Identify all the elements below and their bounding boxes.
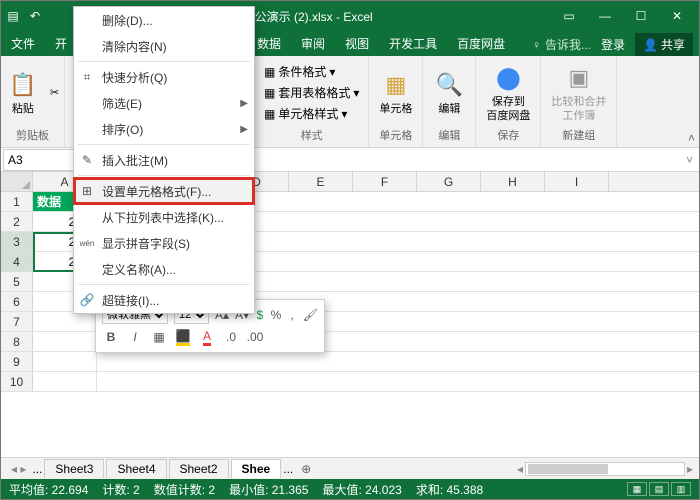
link-icon: 🔗	[78, 293, 96, 307]
ctx-sort[interactable]: 排序(O)▶	[74, 116, 254, 142]
comment-icon: ✎	[78, 153, 96, 167]
compare-button[interactable]: ▣ 比较和合并 工作簿	[547, 60, 610, 124]
sheet-tab[interactable]: Sheet4	[106, 459, 166, 478]
ctx-delete[interactable]: 删除(D)...	[74, 7, 254, 33]
select-all-corner[interactable]	[1, 172, 33, 191]
expand-fx-icon[interactable]: ˅	[680, 153, 699, 167]
cond-format[interactable]: ▦条件格式▾	[261, 62, 362, 81]
compare-icon: ▣	[563, 62, 595, 94]
status-max: 最大值: 24.023	[322, 481, 401, 498]
save-icon[interactable]: ▤	[5, 8, 21, 24]
baidu-icon: ⬤	[492, 62, 524, 94]
clipboard-icon: 📋	[7, 69, 39, 101]
cond-format-icon: ▦	[264, 65, 275, 79]
increase-decimal-icon[interactable]: .00	[246, 328, 264, 346]
ctx-format-cells[interactable]: ⊞设置单元格格式(F)...	[74, 178, 254, 204]
ctx-define-name[interactable]: 定义名称(A)...	[74, 256, 254, 282]
name-box[interactable]: A3	[3, 149, 75, 171]
table-format-icon: ▦	[264, 86, 275, 100]
status-avg: 平均值: 22.694	[9, 481, 88, 498]
tab-review[interactable]: 审阅	[291, 31, 335, 56]
login-link[interactable]: 登录	[601, 36, 625, 53]
status-count: 计数: 2	[102, 481, 139, 498]
status-sum: 求和: 45.388	[416, 481, 483, 498]
tab-baidu[interactable]: 百度网盘	[447, 31, 515, 56]
sheet-tab[interactable]: Sheet3	[44, 459, 104, 478]
cells-button[interactable]: ▦ 单元格	[375, 67, 416, 118]
ctx-insert-comment[interactable]: ✎插入批注(M)	[74, 147, 254, 173]
baidu-save-button[interactable]: ⬤ 保存到 百度网盘	[482, 60, 534, 124]
status-bar: 平均值: 22.694 计数: 2 数值计数: 2 最小值: 21.365 最大…	[1, 479, 699, 499]
cells-icon: ▦	[380, 69, 412, 101]
currency-icon[interactable]: $	[255, 306, 265, 324]
view-normal-icon[interactable]: ▦	[627, 482, 647, 496]
group-clipboard: 剪贴板	[16, 125, 49, 145]
tell-me[interactable]: 告诉我...	[545, 36, 591, 53]
format-cells-icon: ⊞	[78, 184, 96, 198]
format-painter-icon[interactable]: 🖌	[303, 306, 318, 324]
comma-icon[interactable]: ,	[287, 306, 297, 324]
ctx-clear[interactable]: 清除内容(N)	[74, 33, 254, 59]
ctx-filter[interactable]: 筛选(E)▶	[74, 90, 254, 116]
table-format[interactable]: ▦套用表格格式▾	[261, 83, 362, 102]
percent-icon[interactable]: %	[271, 306, 282, 324]
find-icon: 🔍	[433, 69, 465, 101]
paste-button[interactable]: 📋 粘贴	[3, 67, 43, 118]
quick-analysis-icon: ⌗	[78, 70, 96, 85]
sheet-tab-active[interactable]: Shee	[231, 459, 282, 478]
border-icon[interactable]: ▦	[150, 328, 168, 346]
sheet-nav[interactable]: ◂ ▸	[7, 462, 30, 476]
tab-file[interactable]: 文件	[1, 31, 45, 56]
ribbon-options-icon[interactable]: ▭	[551, 1, 587, 31]
share-button[interactable]: 👤共享	[635, 33, 693, 56]
chevron-right-icon: ▶	[240, 98, 248, 109]
view-break-icon[interactable]: ▥	[671, 482, 691, 496]
ctx-hyperlink[interactable]: 🔗超链接(I)...	[74, 287, 254, 313]
new-sheet-icon[interactable]: ⊕	[295, 462, 317, 476]
decrease-decimal-icon[interactable]: .0	[222, 328, 240, 346]
cut-icon[interactable]: ✂	[47, 85, 62, 100]
fill-color-icon[interactable]: ⬛	[174, 328, 192, 346]
font-color-icon[interactable]: A	[198, 328, 216, 346]
cell-style[interactable]: ▦单元格样式▾	[261, 104, 362, 123]
view-layout-icon[interactable]: ▤	[649, 482, 669, 496]
undo-icon[interactable]: ↶	[27, 8, 43, 24]
editing-button[interactable]: 🔍 编辑	[429, 67, 469, 118]
italic-icon[interactable]: I	[126, 328, 144, 346]
pinyin-icon: wén	[78, 239, 96, 248]
tellme-icon[interactable]: ♀	[532, 38, 541, 52]
status-numcount: 数值计数: 2	[154, 481, 215, 498]
ctx-quick-analysis[interactable]: ⌗快速分析(Q)	[74, 64, 254, 90]
tab-view[interactable]: 视图	[335, 31, 379, 56]
close-icon[interactable]: ✕	[659, 1, 695, 31]
status-min: 最小值: 21.365	[229, 481, 308, 498]
context-menu: 删除(D)... 清除内容(N) ⌗快速分析(Q) 筛选(E)▶ 排序(O)▶ …	[73, 6, 255, 314]
h-scrollbar[interactable]	[525, 462, 685, 476]
ctx-pick-from-list[interactable]: 从下拉列表中选择(K)...	[74, 204, 254, 230]
ctx-show-pinyin[interactable]: wén显示拼音字段(S)	[74, 230, 254, 256]
minimize-icon[interactable]: ―	[587, 1, 623, 31]
chevron-right-icon: ▶	[240, 124, 248, 135]
cell-style-icon: ▦	[264, 107, 275, 121]
collapse-ribbon-icon[interactable]: ˄	[688, 131, 695, 145]
sheet-tab[interactable]: Sheet2	[169, 459, 229, 478]
group-styles: 样式	[301, 125, 323, 145]
maximize-icon[interactable]: ☐	[623, 1, 659, 31]
person-icon: 👤	[643, 38, 658, 52]
tab-dev[interactable]: 开发工具	[379, 31, 447, 56]
bold-icon[interactable]: B	[102, 328, 120, 346]
